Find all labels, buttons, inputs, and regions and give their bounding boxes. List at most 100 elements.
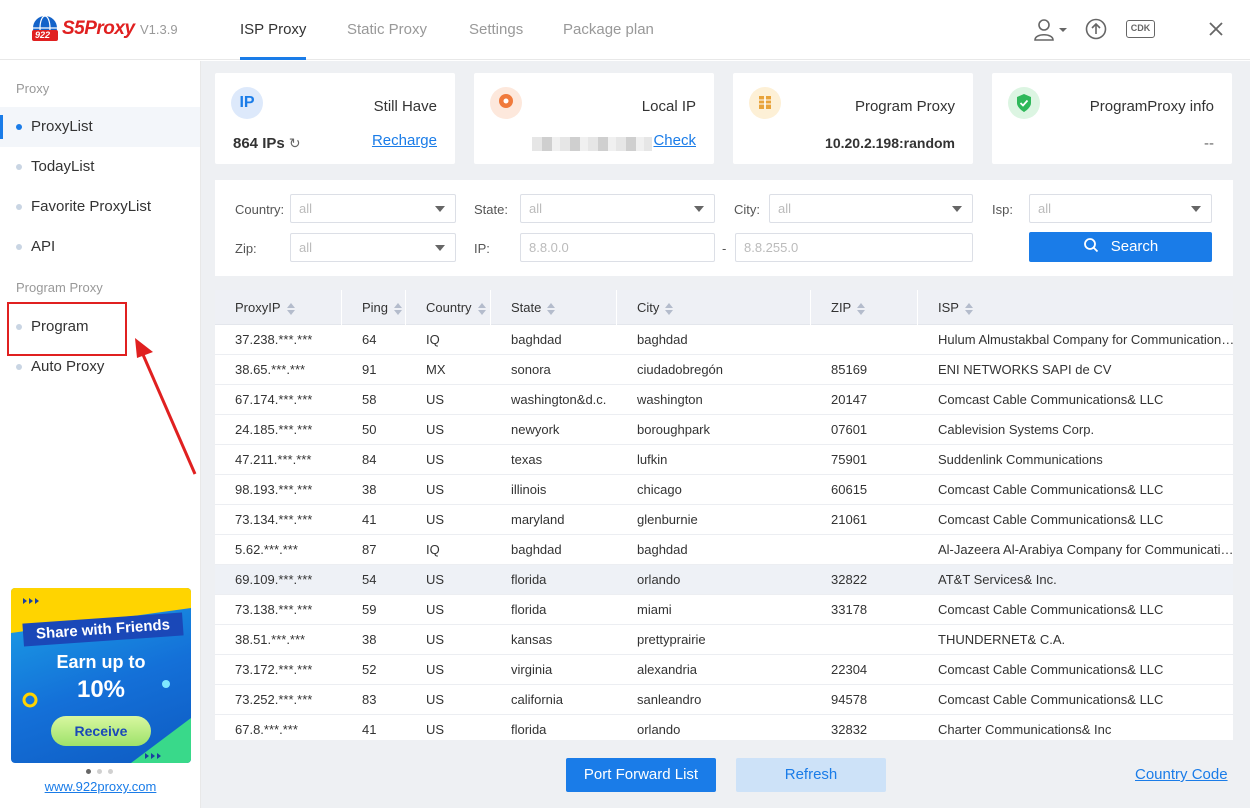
check-link[interactable]: Check	[653, 132, 696, 149]
cell-proxyip: 38.51.***.***	[235, 632, 306, 647]
table-row[interactable]: 69.109.***.*** 54 US florida orlando 32822 AT&…	[215, 565, 1233, 595]
upload-icon[interactable]	[1085, 16, 1109, 49]
cell-state: florida	[511, 722, 547, 737]
refresh-button[interactable]: Refresh	[736, 758, 886, 792]
ip-range-separator: -	[722, 241, 727, 256]
sort-icon[interactable]	[857, 302, 866, 316]
cell-ping: 87	[362, 542, 377, 557]
cell-state: texas	[511, 452, 543, 467]
sort-icon[interactable]	[394, 302, 403, 316]
column-header-country[interactable]: Country	[406, 290, 491, 325]
table-header: ProxyIP Ping Country State City ZIP ISP	[215, 290, 1233, 325]
sidebar-group-proxy: Proxy	[16, 81, 50, 96]
ip-to-input[interactable]: 8.8.255.0	[735, 233, 973, 262]
column-header-isp[interactable]: ISP	[918, 290, 1233, 325]
masked-local-ip	[532, 137, 652, 151]
table-row[interactable]: 47.211.***.*** 84 US texas lufkin 75901 Sudden…	[215, 445, 1233, 475]
table-row[interactable]: 67.8.***.*** 41 US florida orlando 32832 Chart…	[215, 715, 1233, 740]
promo-percent-text: 10%	[76, 676, 126, 703]
app-window: 922 S5Proxy V1.3.9 ISP Proxy Static Prox…	[0, 0, 1250, 808]
port-forward-list-button[interactable]: Port Forward List	[566, 758, 716, 792]
table-row[interactable]: 5.62.***.*** 87 IQ baghdad baghdad Al-Jazeera…	[215, 535, 1233, 565]
table-row[interactable]: 73.138.***.*** 59 US florida miami 33178 Comca…	[215, 595, 1233, 625]
cell-city: lufkin	[637, 452, 668, 467]
cell-isp: Cablevision Systems Corp.	[938, 422, 1095, 437]
recharge-link[interactable]: Recharge	[372, 132, 437, 149]
column-header-city[interactable]: City	[617, 290, 811, 325]
sidebar-item-favorite-proxylist[interactable]: Favorite ProxyList	[0, 187, 200, 227]
cell-proxyip: 67.8.***.***	[235, 722, 298, 737]
sort-icon[interactable]	[286, 302, 295, 316]
table-row[interactable]: 73.134.***.*** 41 US maryland glenburnie 2106…	[215, 505, 1233, 535]
app-name: S5Proxy	[62, 18, 135, 39]
table-row[interactable]: 37.238.***.*** 64 IQ baghdad baghdad Hulum Al…	[215, 325, 1233, 355]
cell-zip: 07601	[831, 422, 868, 437]
table-row[interactable]: 24.185.***.*** 50 US newyork boroughpark 0760…	[215, 415, 1233, 445]
table-row[interactable]: 98.193.***.*** 38 US illinois chicago 60615 Co…	[215, 475, 1233, 505]
search-button[interactable]: Search	[1029, 232, 1212, 262]
ip-icon: IP	[231, 87, 263, 119]
promo-carousel-dots[interactable]	[86, 769, 113, 774]
city-select[interactable]: all	[769, 194, 973, 223]
sort-icon[interactable]	[964, 302, 973, 316]
table-row[interactable]: 73.252.***.*** 83 US california sanleandro 94…	[215, 685, 1233, 715]
promo-banner[interactable]: Share with Friends Earn up to 10% Receiv…	[11, 588, 191, 763]
column-header-zip[interactable]: ZIP	[811, 290, 918, 325]
sort-icon[interactable]	[547, 302, 556, 316]
tab-static-proxy[interactable]: Static Proxy	[347, 0, 427, 60]
website-link[interactable]: www.922proxy.com	[0, 779, 201, 794]
user-icon[interactable]	[1032, 16, 1068, 49]
isp-select[interactable]: all	[1029, 194, 1212, 223]
country-code-link[interactable]: Country Code	[1135, 766, 1228, 783]
cell-state: florida	[511, 572, 547, 587]
program-proxy-value: 10.20.2.198:random	[825, 135, 955, 151]
logo: 922 S5Proxy	[32, 14, 142, 44]
sidebar-item-proxylist[interactable]: ProxyList	[0, 107, 200, 147]
annotation-arrow-icon	[135, 338, 197, 475]
column-header-state[interactable]: State	[491, 290, 617, 325]
refresh-count-icon[interactable]: ↻	[289, 135, 301, 151]
cell-city: baghdad	[637, 542, 688, 557]
program-proxy-title: Program Proxy	[854, 98, 955, 115]
cell-ping: 64	[362, 332, 377, 347]
cell-ping: 54	[362, 572, 377, 587]
server-icon	[749, 87, 781, 119]
table-row[interactable]: 38.51.***.*** 38 US kansas prettyprairie THUN…	[215, 625, 1233, 655]
city-label: City:	[734, 202, 760, 217]
cell-state: baghdad	[511, 332, 562, 347]
annotation-highlight-box	[7, 302, 127, 356]
cell-proxyip: 37.238.***.***	[235, 332, 313, 347]
promo-receive-button[interactable]: Receive	[51, 716, 151, 746]
cell-city: chicago	[637, 482, 682, 497]
filter-panel: Country: all State: all City: all Isp: a…	[215, 180, 1233, 276]
cell-zip: 60615	[831, 482, 868, 497]
table-row[interactable]: 73.172.***.*** 52 US virginia alexandria 2230…	[215, 655, 1233, 685]
chevron-down-icon	[435, 245, 445, 251]
state-select[interactable]: all	[520, 194, 715, 223]
close-icon[interactable]	[1208, 21, 1224, 42]
column-header-ping[interactable]: Ping	[342, 290, 406, 325]
cdk-icon[interactable]: CDK	[1126, 20, 1155, 38]
zip-select[interactable]: all	[290, 233, 456, 262]
ip-from-input[interactable]: 8.8.0.0	[520, 233, 715, 262]
cell-country: US	[426, 482, 445, 497]
sort-icon[interactable]	[665, 302, 674, 316]
column-header-label: Ping	[362, 300, 389, 315]
programproxy-info-title: ProgramProxy info	[1089, 98, 1214, 115]
table-row[interactable]: 38.65.***.*** 91 MX sonora ciudadobregón 8516…	[215, 355, 1233, 385]
logo-badge: 922	[35, 30, 51, 40]
tab-settings[interactable]: Settings	[469, 0, 523, 60]
cell-ping: 84	[362, 452, 377, 467]
cell-zip: 20147	[831, 392, 868, 407]
cell-isp: Comcast Cable Communications& LLC	[938, 602, 1164, 617]
sidebar-item-api[interactable]: API	[0, 227, 200, 267]
tab-package-plan[interactable]: Package plan	[563, 0, 654, 60]
sidebar-item-todaylist[interactable]: TodayList	[0, 147, 200, 187]
cell-city: ciudadobregón	[637, 362, 724, 377]
country-select[interactable]: all	[290, 194, 456, 223]
table-row[interactable]: 67.174.***.*** 58 US washington&d.c. washing…	[215, 385, 1233, 415]
ip-count-value: 864 IPs	[233, 135, 285, 152]
tab-isp-proxy[interactable]: ISP Proxy	[240, 0, 307, 60]
column-header-proxyip[interactable]: ProxyIP	[215, 290, 342, 325]
sort-icon[interactable]	[477, 302, 486, 316]
